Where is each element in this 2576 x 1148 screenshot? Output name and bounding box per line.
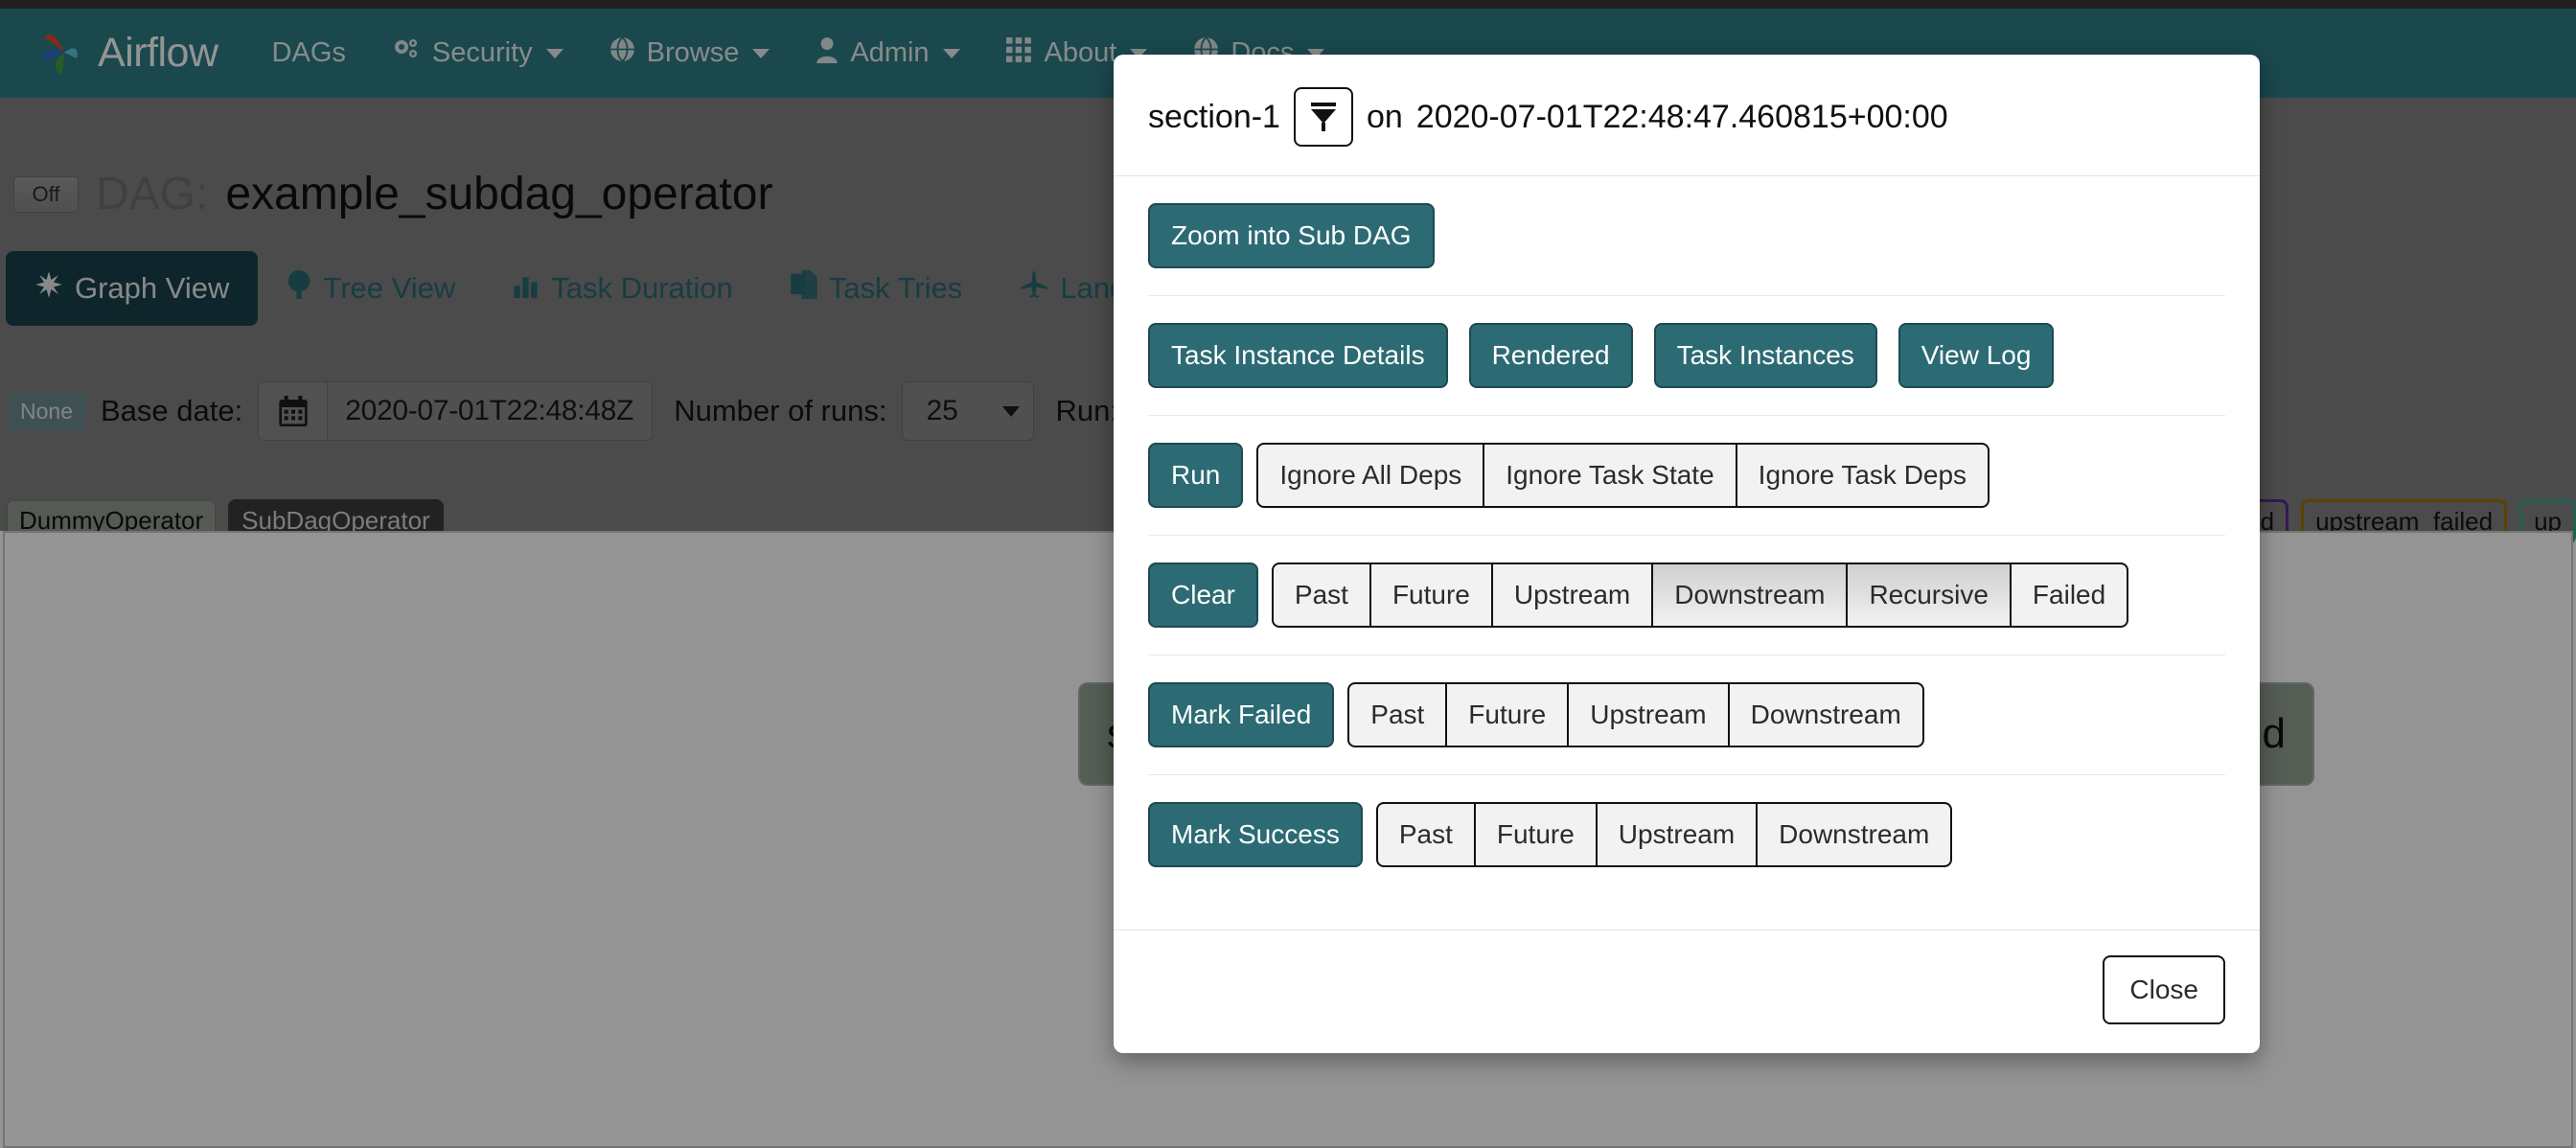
clear-row: Clear Past Future Upstream Downstream Re… <box>1148 535 2225 654</box>
modal-execution-date: 2020-07-01T22:48:47.460815+00:00 <box>1415 98 1948 135</box>
run-options-group: Ignore All Deps Ignore Task State Ignore… <box>1256 443 1990 508</box>
mark-success-downstream-toggle[interactable]: Downstream <box>1757 802 1953 867</box>
clear-recursive-toggle[interactable]: Recursive <box>1847 563 2011 628</box>
modal-header: section-1 on 2020-07-01T22:48:47.460815+… <box>1114 55 2260 176</box>
mark-failed-row: Mark Failed Past Future Upstream Downstr… <box>1148 654 2225 774</box>
clear-options-group: Past Future Upstream Downstream Recursiv… <box>1271 563 2129 628</box>
mark-failed-button[interactable]: Mark Failed <box>1148 682 1335 747</box>
mark-success-options-group: Past Future Upstream Downstream <box>1375 802 1953 867</box>
task-instance-modal: section-1 on 2020-07-01T22:48:47.460815+… <box>1114 55 2260 1053</box>
clear-upstream-toggle[interactable]: Upstream <box>1491 563 1653 628</box>
clear-past-toggle[interactable]: Past <box>1271 563 1370 628</box>
mark-failed-downstream-toggle[interactable]: Downstream <box>1728 682 1924 747</box>
airflow-page: Airflow DAGs Security Browse Admin About… <box>0 0 2576 1148</box>
modal-body: Zoom into Sub DAG Task Instance Details … <box>1114 176 2260 930</box>
clear-future-toggle[interactable]: Future <box>1369 563 1492 628</box>
modal-title-on: on <box>1366 98 1403 135</box>
rendered-button[interactable]: Rendered <box>1468 323 1633 388</box>
details-row: Task Instance Details Rendered Task Inst… <box>1148 295 2225 415</box>
mark-success-future-toggle[interactable]: Future <box>1474 802 1597 867</box>
task-instance-details-button[interactable]: Task Instance Details <box>1148 323 1448 388</box>
mark-failed-upstream-toggle[interactable]: Upstream <box>1568 682 1729 747</box>
mark-failed-past-toggle[interactable]: Past <box>1347 682 1447 747</box>
clear-failed-toggle[interactable]: Failed <box>2010 563 2129 628</box>
ignore-task-state-toggle[interactable]: Ignore Task State <box>1484 443 1736 508</box>
mark-success-past-toggle[interactable]: Past <box>1375 802 1475 867</box>
modal-footer: Close <box>1114 930 2260 1053</box>
run-button[interactable]: Run <box>1148 443 1244 508</box>
funnel-icon[interactable] <box>1293 87 1353 147</box>
mark-success-row: Mark Success Past Future Upstream Downst… <box>1148 774 2225 894</box>
task-instances-button[interactable]: Task Instances <box>1653 323 1877 388</box>
ignore-task-deps-toggle[interactable]: Ignore Task Deps <box>1736 443 1990 508</box>
ignore-all-deps-toggle[interactable]: Ignore All Deps <box>1256 443 1484 508</box>
mark-success-button[interactable]: Mark Success <box>1148 802 1363 867</box>
mark-failed-options-group: Past Future Upstream Downstream <box>1347 682 1924 747</box>
zoom-into-subdag-button[interactable]: Zoom into Sub DAG <box>1148 203 1435 268</box>
modal-task-id: section-1 <box>1148 98 1280 135</box>
clear-button[interactable]: Clear <box>1148 563 1258 628</box>
mark-success-upstream-toggle[interactable]: Upstream <box>1596 802 1758 867</box>
clear-downstream-toggle[interactable]: Downstream <box>1652 563 1848 628</box>
subdag-row: Zoom into Sub DAG <box>1148 176 2225 295</box>
close-button[interactable]: Close <box>2103 955 2225 1024</box>
run-row: Run Ignore All Deps Ignore Task State Ig… <box>1148 415 2225 535</box>
view-log-button[interactable]: View Log <box>1898 323 2055 388</box>
mark-failed-future-toggle[interactable]: Future <box>1446 682 1569 747</box>
